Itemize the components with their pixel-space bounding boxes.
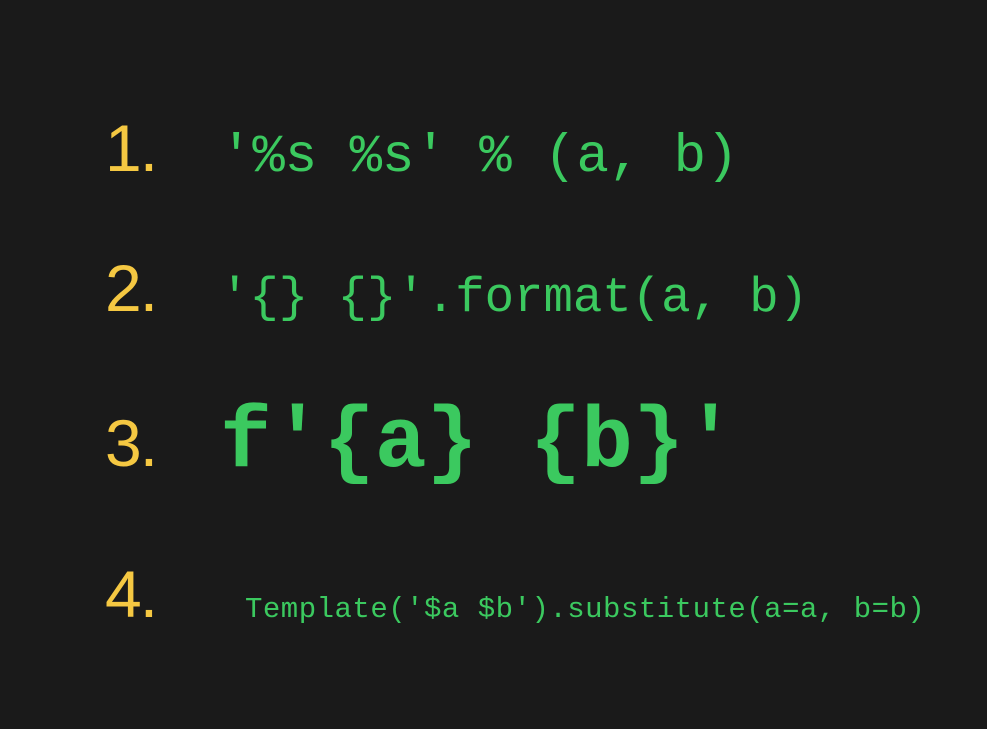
code-f-string: f'{a} {b}'	[220, 394, 736, 492]
code-template-substitute: Template('$a $b').substitute(a=a, b=b)	[220, 593, 925, 626]
example-line-3: 3. f'{a} {b}'	[105, 394, 987, 492]
line-number-1: 1.	[105, 110, 220, 186]
line-number-3: 3.	[105, 405, 220, 481]
code-str-format: '{} {}'.format(a, b)	[220, 270, 808, 326]
example-line-2: 2. '{} {}'.format(a, b)	[105, 250, 987, 326]
example-line-1: 1. '%s %s' % (a, b)	[105, 110, 987, 188]
line-number-4: 4.	[105, 556, 220, 632]
line-number-2: 2.	[105, 250, 220, 326]
example-line-4: 4. Template('$a $b').substitute(a=a, b=b…	[105, 556, 987, 632]
code-examples-container: 1. '%s %s' % (a, b) 2. '{} {}'.format(a,…	[0, 0, 987, 632]
code-percent-formatting: '%s %s' % (a, b)	[220, 127, 738, 188]
